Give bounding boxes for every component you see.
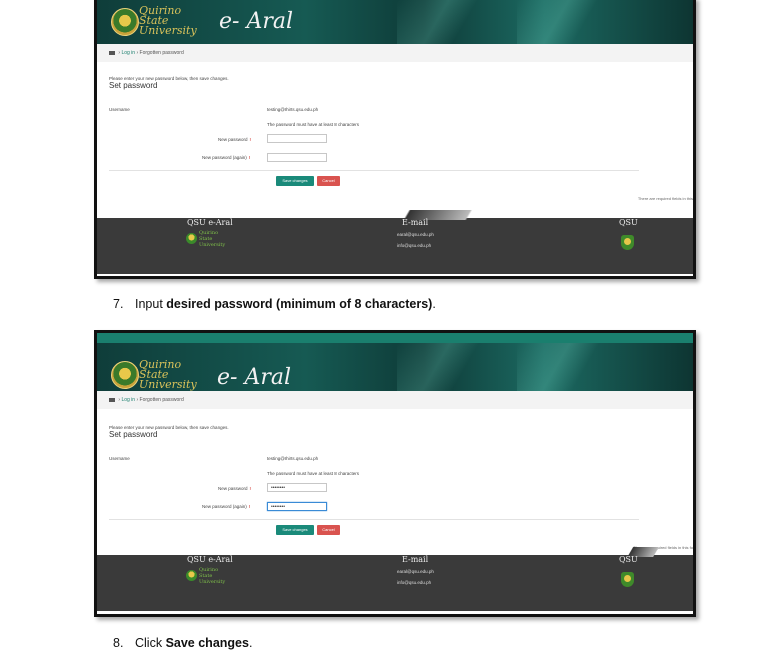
site-banner: Quirino State University e- Aral bbox=[97, 0, 693, 44]
footer-logo-text: Quirino State University bbox=[199, 230, 226, 248]
brand-title[interactable]: e- Aral bbox=[217, 365, 291, 390]
required-icon: ! bbox=[249, 137, 252, 142]
password-rule-note: The password must have at least 8 charac… bbox=[267, 122, 360, 127]
divider bbox=[109, 519, 639, 520]
required-icon: ! bbox=[249, 486, 252, 491]
password-rule-note: The password must have at least 8 charac… bbox=[267, 471, 360, 476]
page-title: Set password bbox=[109, 430, 158, 439]
site-footer: QSU e-Aral E-mail QSU earal@qsu.edu.ph i… bbox=[97, 547, 693, 611]
new-password-label: New password! bbox=[218, 137, 252, 142]
new-password-again-label: New password (again)! bbox=[202, 504, 251, 509]
university-seal-icon bbox=[111, 361, 139, 389]
university-seal-icon bbox=[111, 8, 139, 36]
footer-email-link[interactable]: info@qsu.edu.ph bbox=[397, 580, 431, 585]
footer-aral-title: QSU e-Aral bbox=[187, 218, 233, 227]
breadcrumb-forgotten-password: Forgotten password bbox=[139, 397, 184, 403]
page-title: Set password bbox=[109, 81, 158, 90]
site-footer: QSU e-Aral E-mail QSU earal@qsu.edu.ph i… bbox=[97, 210, 693, 274]
shield-logo-icon bbox=[621, 572, 634, 587]
footer-email-link[interactable]: info@qsu.edu.ph bbox=[397, 243, 431, 248]
new-password-field[interactable] bbox=[267, 134, 327, 143]
breadcrumb: › Log in › Forgotten password bbox=[97, 391, 693, 409]
new-password-label: New password! bbox=[218, 486, 252, 491]
breadcrumb: › Log in › Forgotten password bbox=[97, 44, 693, 62]
footer-email-title: E-mail bbox=[402, 218, 429, 227]
step-8: 8. Click Save changes. bbox=[113, 636, 253, 650]
breadcrumb-forgotten-password: Forgotten password bbox=[139, 50, 184, 56]
new-password-field[interactable]: •••••••• bbox=[267, 483, 327, 492]
university-name: Quirino State University bbox=[139, 4, 197, 37]
cancel-button[interactable]: Cancel bbox=[317, 525, 340, 535]
username-label: Username bbox=[109, 456, 130, 461]
footer-seal-icon bbox=[186, 570, 197, 581]
brand-title[interactable]: e- Aral bbox=[219, 9, 293, 34]
footer-aral-title: QSU e-Aral bbox=[187, 555, 233, 564]
screenshot-set-password-empty: Quirino State University e- Aral › Log i… bbox=[94, 0, 696, 279]
site-banner: Quirino State University e- Aral bbox=[97, 343, 693, 391]
step-7: 7. Input desired password (minimum of 8 c… bbox=[113, 297, 436, 311]
username-label: Username bbox=[109, 107, 130, 112]
username-value: testing@Ihirts.qsu.edu.ph bbox=[267, 107, 319, 112]
home-icon[interactable] bbox=[109, 50, 115, 55]
home-icon[interactable] bbox=[109, 397, 115, 402]
new-password-again-label: New password (again)! bbox=[202, 155, 251, 160]
new-password-again-field[interactable]: •••••••• bbox=[267, 502, 327, 511]
required-fields-note: There are required fields in this bbox=[637, 196, 693, 201]
footer-qsu-title: QSU bbox=[619, 218, 638, 227]
footer-seal-icon bbox=[186, 233, 197, 244]
footer-qsu-title: QSU bbox=[619, 555, 638, 564]
footer-email-title: E-mail bbox=[402, 555, 429, 564]
save-changes-button[interactable]: Save changes bbox=[276, 525, 314, 535]
breadcrumb-login[interactable]: Log in bbox=[121, 397, 135, 403]
required-icon: ! bbox=[248, 504, 251, 509]
new-password-again-field[interactable] bbox=[267, 153, 327, 162]
divider bbox=[109, 170, 639, 171]
footer-email-link[interactable]: earal@qsu.edu.ph bbox=[397, 569, 434, 574]
breadcrumb-login[interactable]: Log in bbox=[121, 50, 135, 56]
shield-logo-icon bbox=[621, 235, 634, 250]
screenshot-set-password-filled: Quirino State University e- Aral › Log i… bbox=[94, 330, 696, 617]
footer-logo-text: Quirino State University bbox=[199, 567, 226, 585]
save-changes-button[interactable]: Save changes bbox=[276, 176, 314, 186]
university-name: Quirino State University bbox=[139, 358, 197, 391]
required-icon: ! bbox=[248, 155, 251, 160]
username-value: testing@Ihirts.qsu.edu.ph bbox=[267, 456, 319, 461]
footer-email-link[interactable]: earal@qsu.edu.ph bbox=[397, 232, 434, 237]
cancel-button[interactable]: Cancel bbox=[317, 176, 340, 186]
